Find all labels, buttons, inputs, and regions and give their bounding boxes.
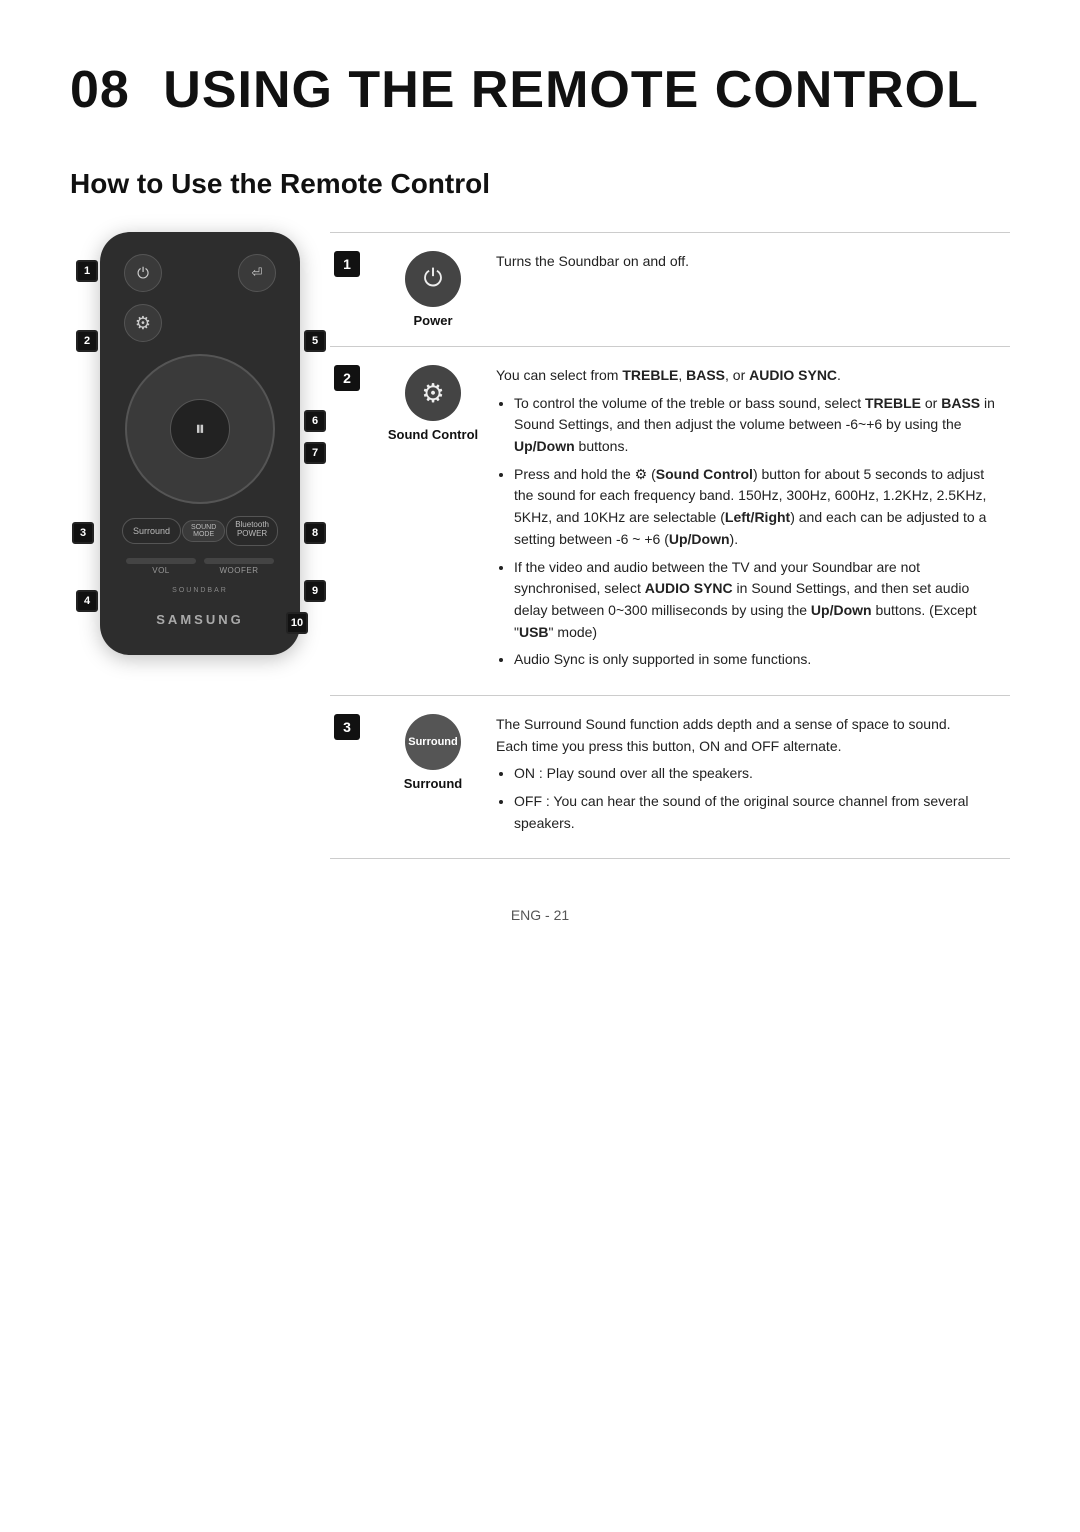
badge-2: 2 — [76, 330, 98, 352]
vol-woofer-row: VOL WOOFER — [118, 558, 282, 575]
surround-bt-row: Surround SOUNDMODE BluetoothPOWER — [118, 516, 282, 546]
badge-7: 7 — [304, 442, 326, 464]
badge-6: 6 — [304, 410, 326, 432]
surround-button[interactable]: Surround — [122, 518, 181, 544]
row-desc-surround: The Surround Sound function adds depth a… — [488, 696, 1010, 858]
remote-control-diagram: ⏻ ⏎ ⚙ ⏸ Surround — [70, 232, 330, 655]
instructions-table: 1 ⏻ Power Turns the Soundbar on and off.… — [330, 232, 1010, 859]
surround-icon-label: Surround — [404, 776, 463, 791]
row-icon-power: ⏻ Power — [378, 233, 488, 346]
power-icon-label: Power — [413, 313, 452, 328]
sound-control-button[interactable]: ⚙ — [124, 304, 162, 342]
sound-mode-button[interactable]: SOUNDMODE — [182, 520, 225, 542]
row-icon-surround: Surround Surround — [378, 696, 488, 858]
bluetooth-power-button[interactable]: BluetoothPOWER — [226, 516, 278, 546]
badge-5: 5 — [304, 330, 326, 352]
vol-slider-area: VOL — [126, 558, 196, 575]
play-pause-button[interactable]: ⏸ — [170, 399, 230, 459]
row-icon-sound-control: ⚙ Sound Control — [378, 347, 488, 695]
remote-body: ⏻ ⏎ ⚙ ⏸ Surround — [100, 232, 300, 655]
badge-10: 10 — [286, 612, 308, 634]
badge-3: 3 — [72, 522, 94, 544]
woofer-label: WOOFER — [204, 566, 274, 575]
badge-4: 4 — [76, 590, 98, 612]
power-button[interactable]: ⏻ — [124, 254, 162, 292]
row-desc-power: Turns the Soundbar on and off. — [488, 233, 1010, 346]
power-icon-circle: ⏻ — [405, 251, 461, 307]
badge-9: 9 — [304, 580, 326, 602]
surround-icon-circle: Surround — [405, 714, 461, 770]
brand-label: SAMSUNG — [156, 612, 243, 627]
table-row-power: 1 ⏻ Power Turns the Soundbar on and off. — [330, 233, 1010, 347]
section-title: How to Use the Remote Control — [70, 168, 1010, 200]
page-title: 08 USING THE REMOTE CONTROL — [70, 60, 1010, 120]
sound-control-icon-circle: ⚙ — [405, 365, 461, 421]
row-desc-sound-control: You can select from TREBLE, BASS, or AUD… — [488, 347, 1010, 695]
row-num-3: 3 — [330, 696, 378, 858]
table-row-surround: 3 Surround Surround The Surround Sound f… — [330, 696, 1010, 859]
row-num-1: 1 — [330, 233, 378, 346]
remote-top-row: ⏻ ⏎ — [118, 254, 282, 292]
source-button[interactable]: ⏎ — [238, 254, 276, 292]
badge-8: 8 — [304, 522, 326, 544]
content-area: ⏻ ⏎ ⚙ ⏸ Surround — [70, 232, 1010, 859]
table-row-sound-control: 2 ⚙ Sound Control You can select from TR… — [330, 347, 1010, 696]
woofer-slider[interactable] — [204, 558, 274, 564]
main-circle-pad: ⏸ — [125, 354, 275, 504]
page-footer: ENG - 21 — [70, 907, 1010, 923]
vol-slider[interactable] — [126, 558, 196, 564]
badge-1: 1 — [76, 260, 98, 282]
row-num-2: 2 — [330, 347, 378, 695]
vol-label: VOL — [126, 566, 196, 575]
woofer-slider-area: WOOFER — [204, 558, 274, 575]
sound-control-icon-label: Sound Control — [388, 427, 478, 442]
soundbar-label: SOUNDBAR — [172, 587, 228, 594]
